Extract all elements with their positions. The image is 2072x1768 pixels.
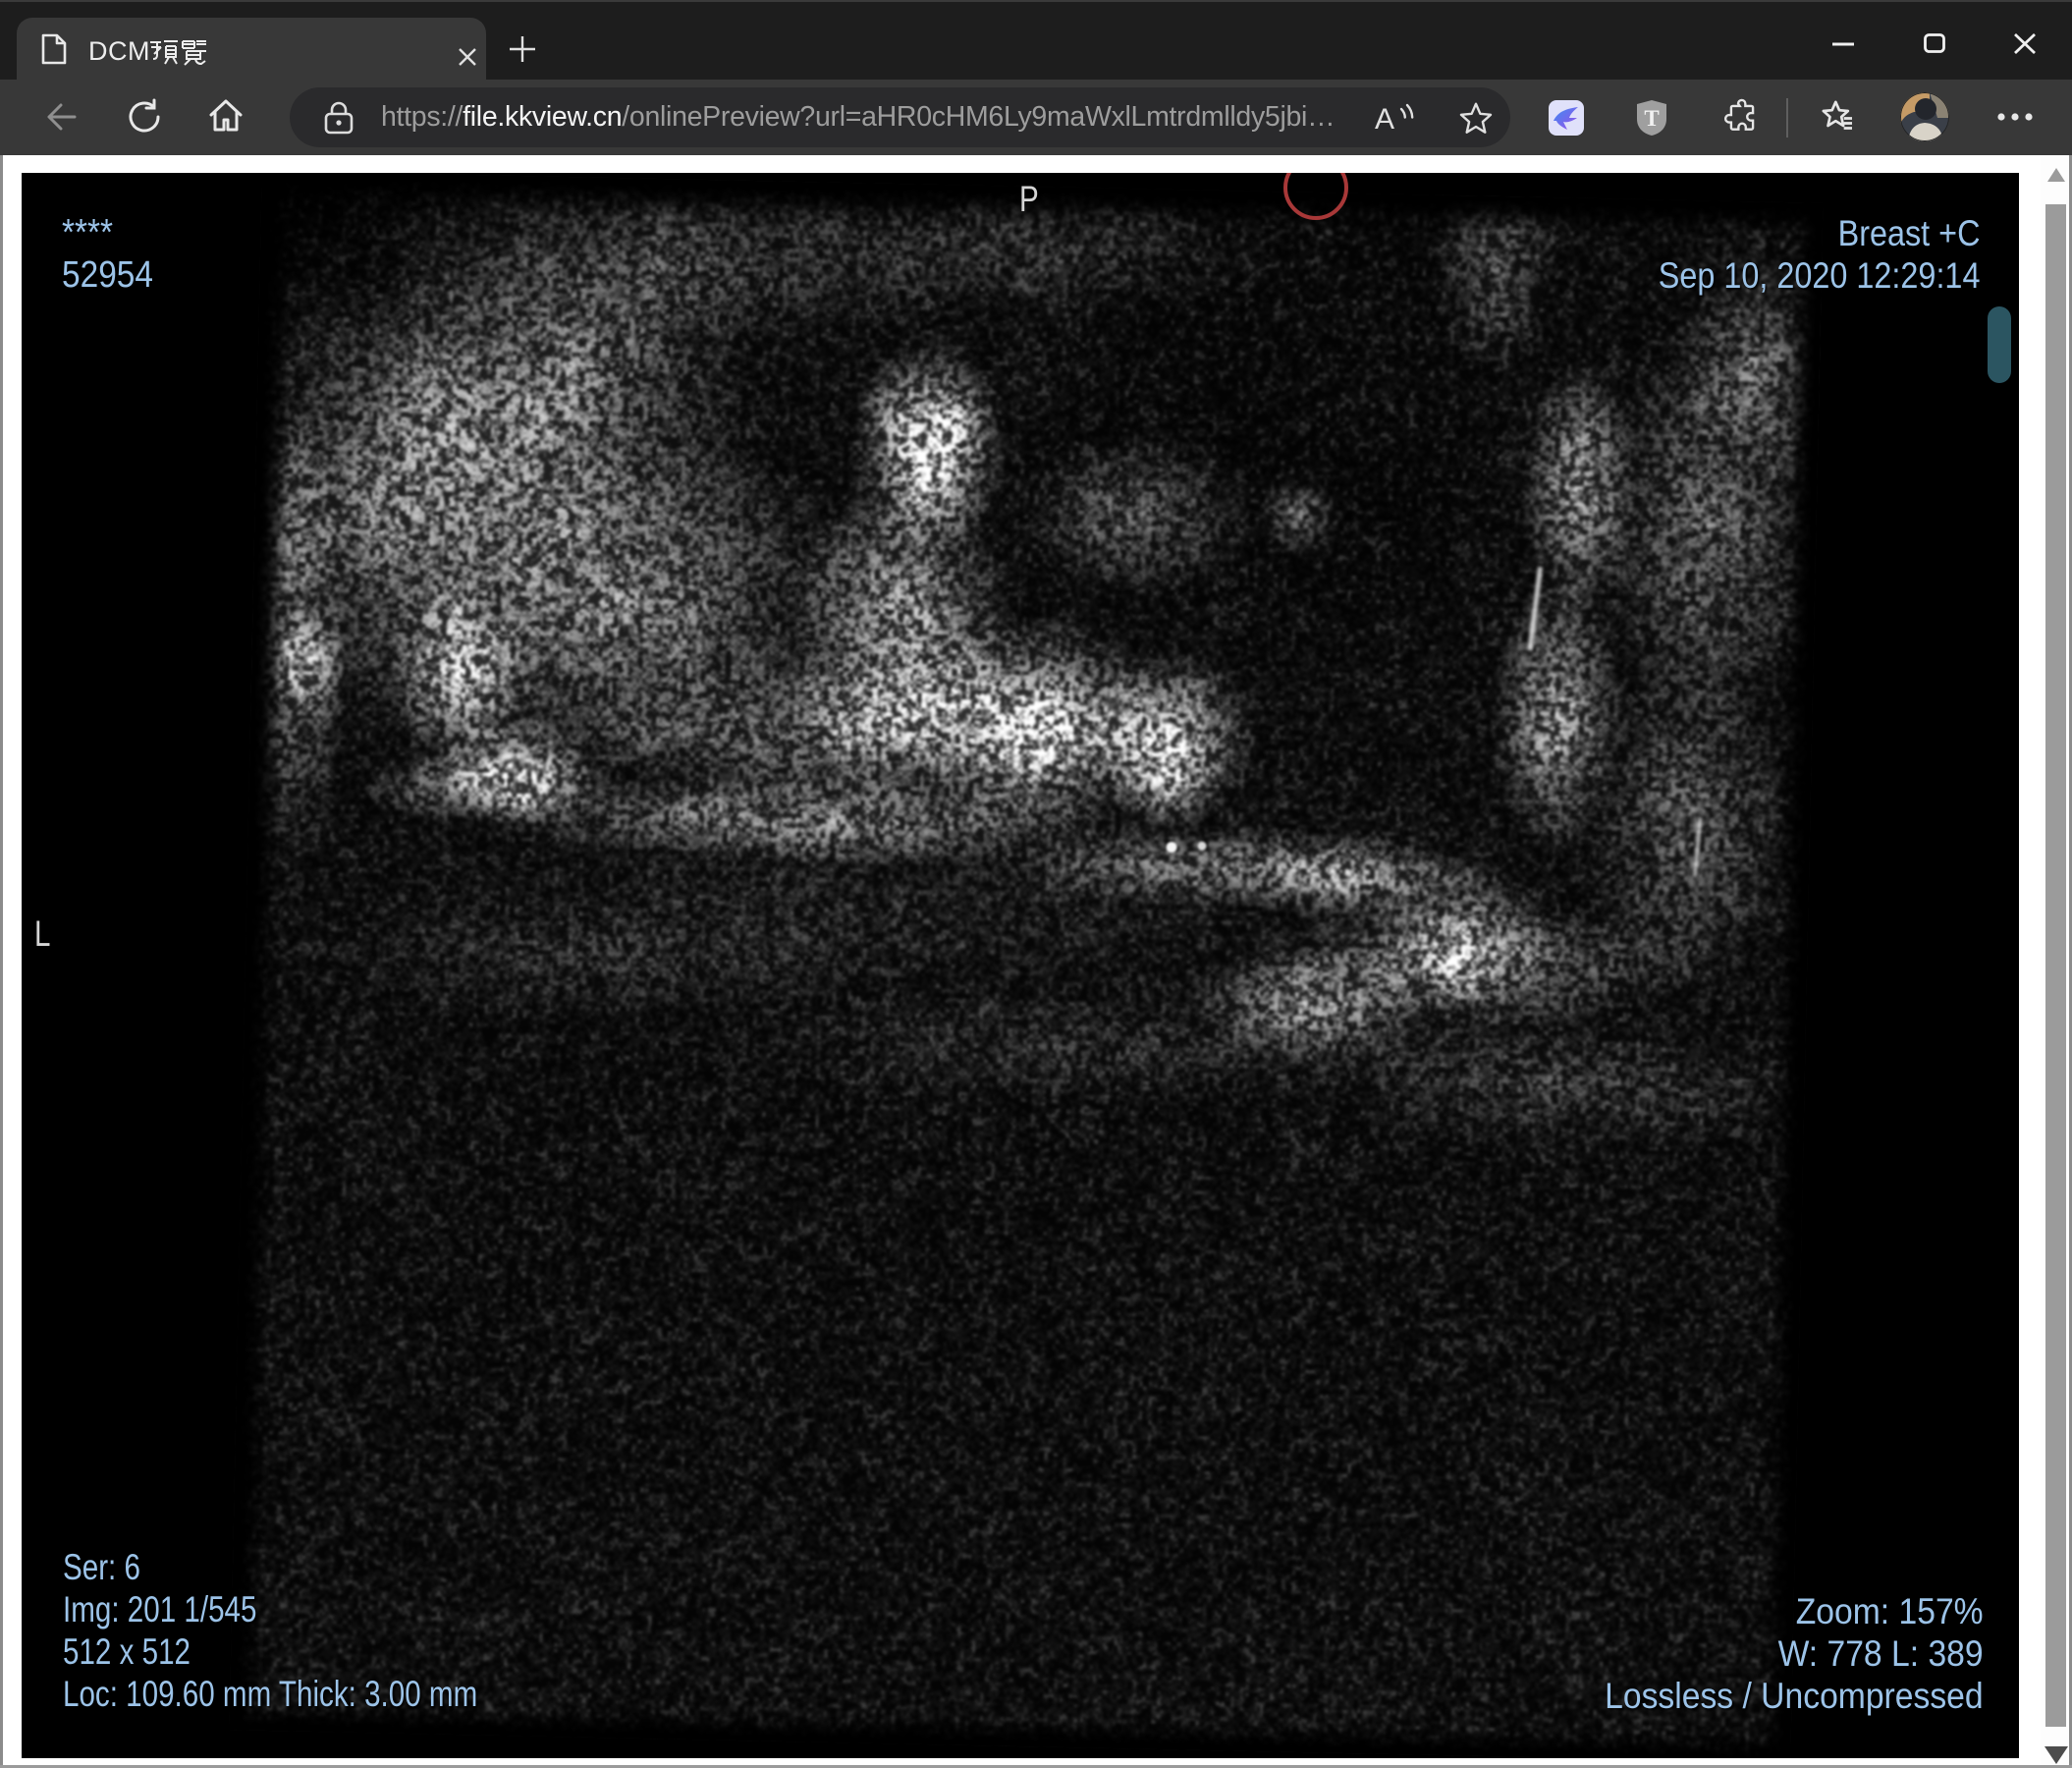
svg-text:A: A (1375, 103, 1394, 136)
svg-text:T: T (1644, 106, 1659, 131)
